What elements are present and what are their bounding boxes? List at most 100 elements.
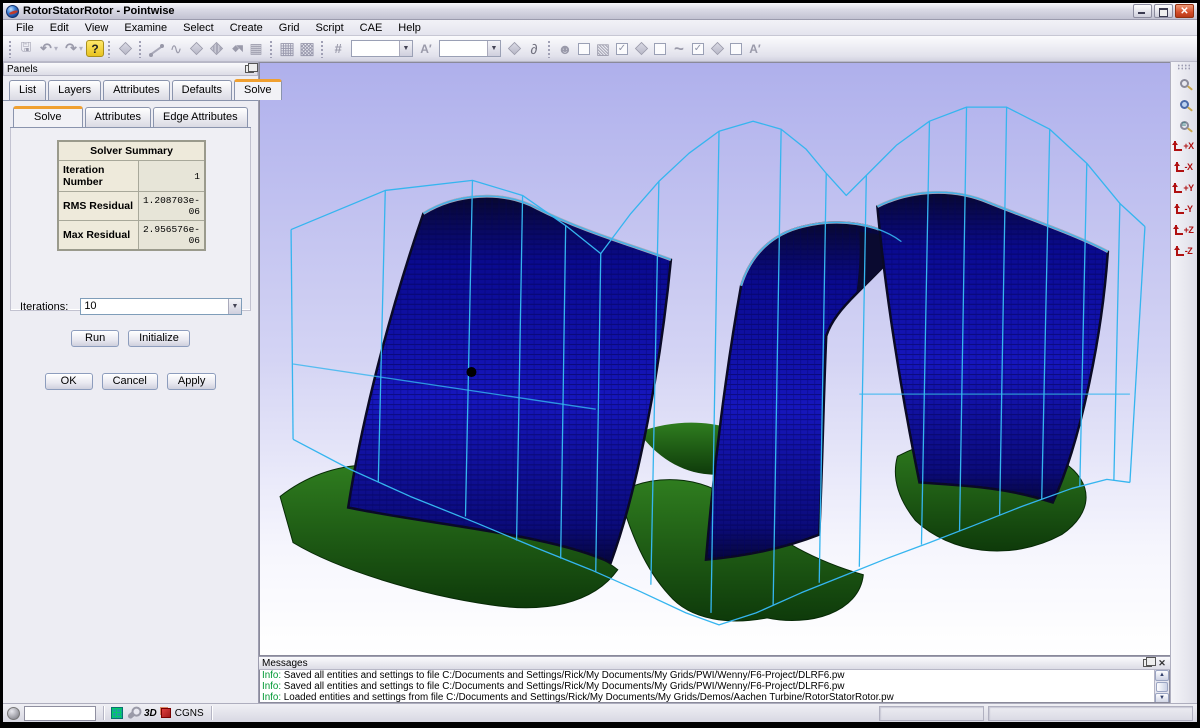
view-minus-z-button[interactable]: -Z	[1173, 241, 1195, 261]
create-block-icon[interactable]	[246, 39, 266, 59]
tab-layers[interactable]: Layers	[48, 80, 101, 101]
messages-float-icon[interactable]	[1143, 659, 1152, 667]
iterations-combo-arrow-icon[interactable]: ▼	[228, 299, 241, 314]
block-entity-icon[interactable]	[593, 39, 613, 59]
messages-caption-bar[interactable]: Messages ✕	[259, 657, 1170, 670]
spacing-combobox[interactable]: ▼	[439, 40, 501, 57]
scroll-thumb[interactable]	[1156, 682, 1168, 692]
subtab-edge-attributes[interactable]: Edge Attributes	[153, 107, 248, 128]
view-plus-x-button[interactable]: +X	[1173, 136, 1195, 156]
block-visibility-checkbox[interactable]: ✓	[616, 43, 628, 55]
menu-examine[interactable]: Examine	[116, 21, 175, 35]
window-title: RotorStatorRotor - Pointwise	[23, 5, 175, 17]
unstructured-grid-icon[interactable]	[297, 39, 317, 59]
mask-face-icon[interactable]	[555, 39, 575, 59]
zoom-extents-icon[interactable]	[1173, 94, 1195, 114]
scroll-down-icon[interactable]: ▼	[1155, 693, 1169, 703]
cancel-button[interactable]: Cancel	[102, 373, 158, 390]
messages-scrollbar[interactable]: ▲ ▼	[1154, 670, 1169, 702]
view-plus-y-button[interactable]: +Y	[1173, 178, 1195, 198]
view-minus-x-button[interactable]: -X	[1173, 157, 1195, 177]
derivative-icon[interactable]	[524, 39, 544, 59]
tool-icon[interactable]	[127, 707, 140, 719]
tab-attributes[interactable]: Attributes	[103, 80, 169, 101]
close-button[interactable]	[1175, 4, 1194, 18]
initialize-button[interactable]: Initialize	[128, 330, 190, 347]
subtab-attributes[interactable]: Attributes	[85, 107, 151, 128]
panels-float-icon[interactable]	[245, 65, 254, 73]
menu-select[interactable]: Select	[175, 21, 222, 35]
messages-close-icon[interactable]: ✕	[1157, 658, 1167, 669]
domain-visibility-checkbox[interactable]	[654, 43, 666, 55]
status-light-icon	[7, 707, 20, 720]
menu-create[interactable]: Create	[222, 21, 271, 35]
tab-solve[interactable]: Solve	[234, 79, 282, 100]
iterations-combobox[interactable]: 10 ▼	[80, 298, 242, 315]
main-toolbar: ▾ ▾ ▼ ▼ ✓ ✓	[3, 36, 1197, 62]
undo-icon[interactable]	[36, 39, 56, 59]
scroll-up-icon[interactable]: ▲	[1155, 670, 1169, 681]
view-toolbar-grip[interactable]	[1177, 64, 1191, 70]
mask-visibility-checkbox[interactable]	[578, 43, 590, 55]
restore-button[interactable]	[1154, 4, 1173, 18]
toolbar-grip[interactable]	[107, 40, 112, 58]
iterations-label: Iterations:	[20, 301, 68, 313]
dimension-combo-arrow-icon[interactable]: ▼	[399, 41, 412, 56]
redo-icon[interactable]	[61, 39, 81, 59]
database-entity-icon[interactable]	[707, 39, 727, 59]
menu-grid[interactable]: Grid	[271, 21, 308, 35]
messages-list[interactable]: Info: Saved all entities and settings to…	[259, 670, 1170, 703]
view-plus-z-button[interactable]: +Z	[1173, 220, 1195, 240]
structured-grid-icon[interactable]	[277, 39, 297, 59]
help-icon[interactable]	[86, 40, 104, 57]
create-curve-icon[interactable]	[166, 39, 186, 59]
menu-script[interactable]: Script	[308, 21, 352, 35]
apply-button[interactable]: Apply	[167, 373, 217, 390]
panels-caption-bar[interactable]: Panels	[3, 62, 258, 76]
status-segment	[879, 706, 984, 721]
save-icon[interactable]	[16, 39, 36, 59]
cae-solver-icon[interactable]	[161, 708, 171, 718]
menu-file[interactable]: File	[8, 21, 42, 35]
spacing-entity-icon[interactable]	[745, 39, 765, 59]
toolbar-grip[interactable]	[8, 40, 13, 58]
cae-solver-label[interactable]: CGNS	[175, 708, 204, 719]
connector-visibility-checkbox[interactable]: ✓	[692, 43, 704, 55]
toolbar-grip[interactable]	[138, 40, 143, 58]
grid-mode-icon[interactable]	[111, 707, 123, 719]
ok-button[interactable]: OK	[45, 373, 93, 390]
title-bar[interactable]: RotorStatorRotor - Pointwise	[3, 3, 1197, 20]
dimension-combobox[interactable]: ▼	[351, 40, 413, 57]
spacing-combo-arrow-icon[interactable]: ▼	[487, 41, 500, 56]
subtab-solve[interactable]: Solve	[13, 106, 83, 127]
message-line: Info: Saved all entities and settings to…	[262, 670, 1152, 681]
database-visibility-checkbox[interactable]	[730, 43, 742, 55]
toolbar-grip[interactable]	[547, 40, 552, 58]
connector-entity-icon[interactable]	[669, 39, 689, 59]
dimension-mode-label[interactable]: 3D	[144, 708, 157, 719]
toolbar-grip[interactable]	[269, 40, 274, 58]
run-button[interactable]: Run	[71, 330, 119, 347]
rms-residual-value: 1.208703e-06	[138, 192, 205, 221]
minimize-button[interactable]	[1133, 4, 1152, 18]
menu-edit[interactable]: Edit	[42, 21, 77, 35]
create-domain-icon[interactable]	[186, 39, 206, 59]
mask-diamond-icon[interactable]	[115, 39, 135, 59]
tab-list[interactable]: List	[9, 80, 46, 101]
create-meshed-domain-icon[interactable]	[206, 39, 226, 59]
menu-view[interactable]: View	[77, 21, 117, 35]
messages-panel: Messages ✕ Info: Saved all entities and …	[259, 656, 1170, 703]
menu-cae[interactable]: CAE	[352, 21, 391, 35]
view-minus-y-button[interactable]: -Y	[1173, 199, 1195, 219]
create-connector-2pt-icon[interactable]	[146, 39, 166, 59]
iterations-value[interactable]: 10	[81, 299, 228, 314]
distribute-icon[interactable]	[504, 39, 524, 59]
zoom-icon[interactable]	[1173, 73, 1195, 93]
toolbar-grip[interactable]	[320, 40, 325, 58]
3d-viewport[interactable]	[259, 62, 1170, 656]
zoom-reset-icon[interactable]	[1173, 115, 1195, 135]
menu-help[interactable]: Help	[390, 21, 429, 35]
domain-entity-icon[interactable]	[631, 39, 651, 59]
create-extrusion-icon[interactable]	[226, 39, 246, 59]
tab-defaults[interactable]: Defaults	[172, 80, 232, 101]
